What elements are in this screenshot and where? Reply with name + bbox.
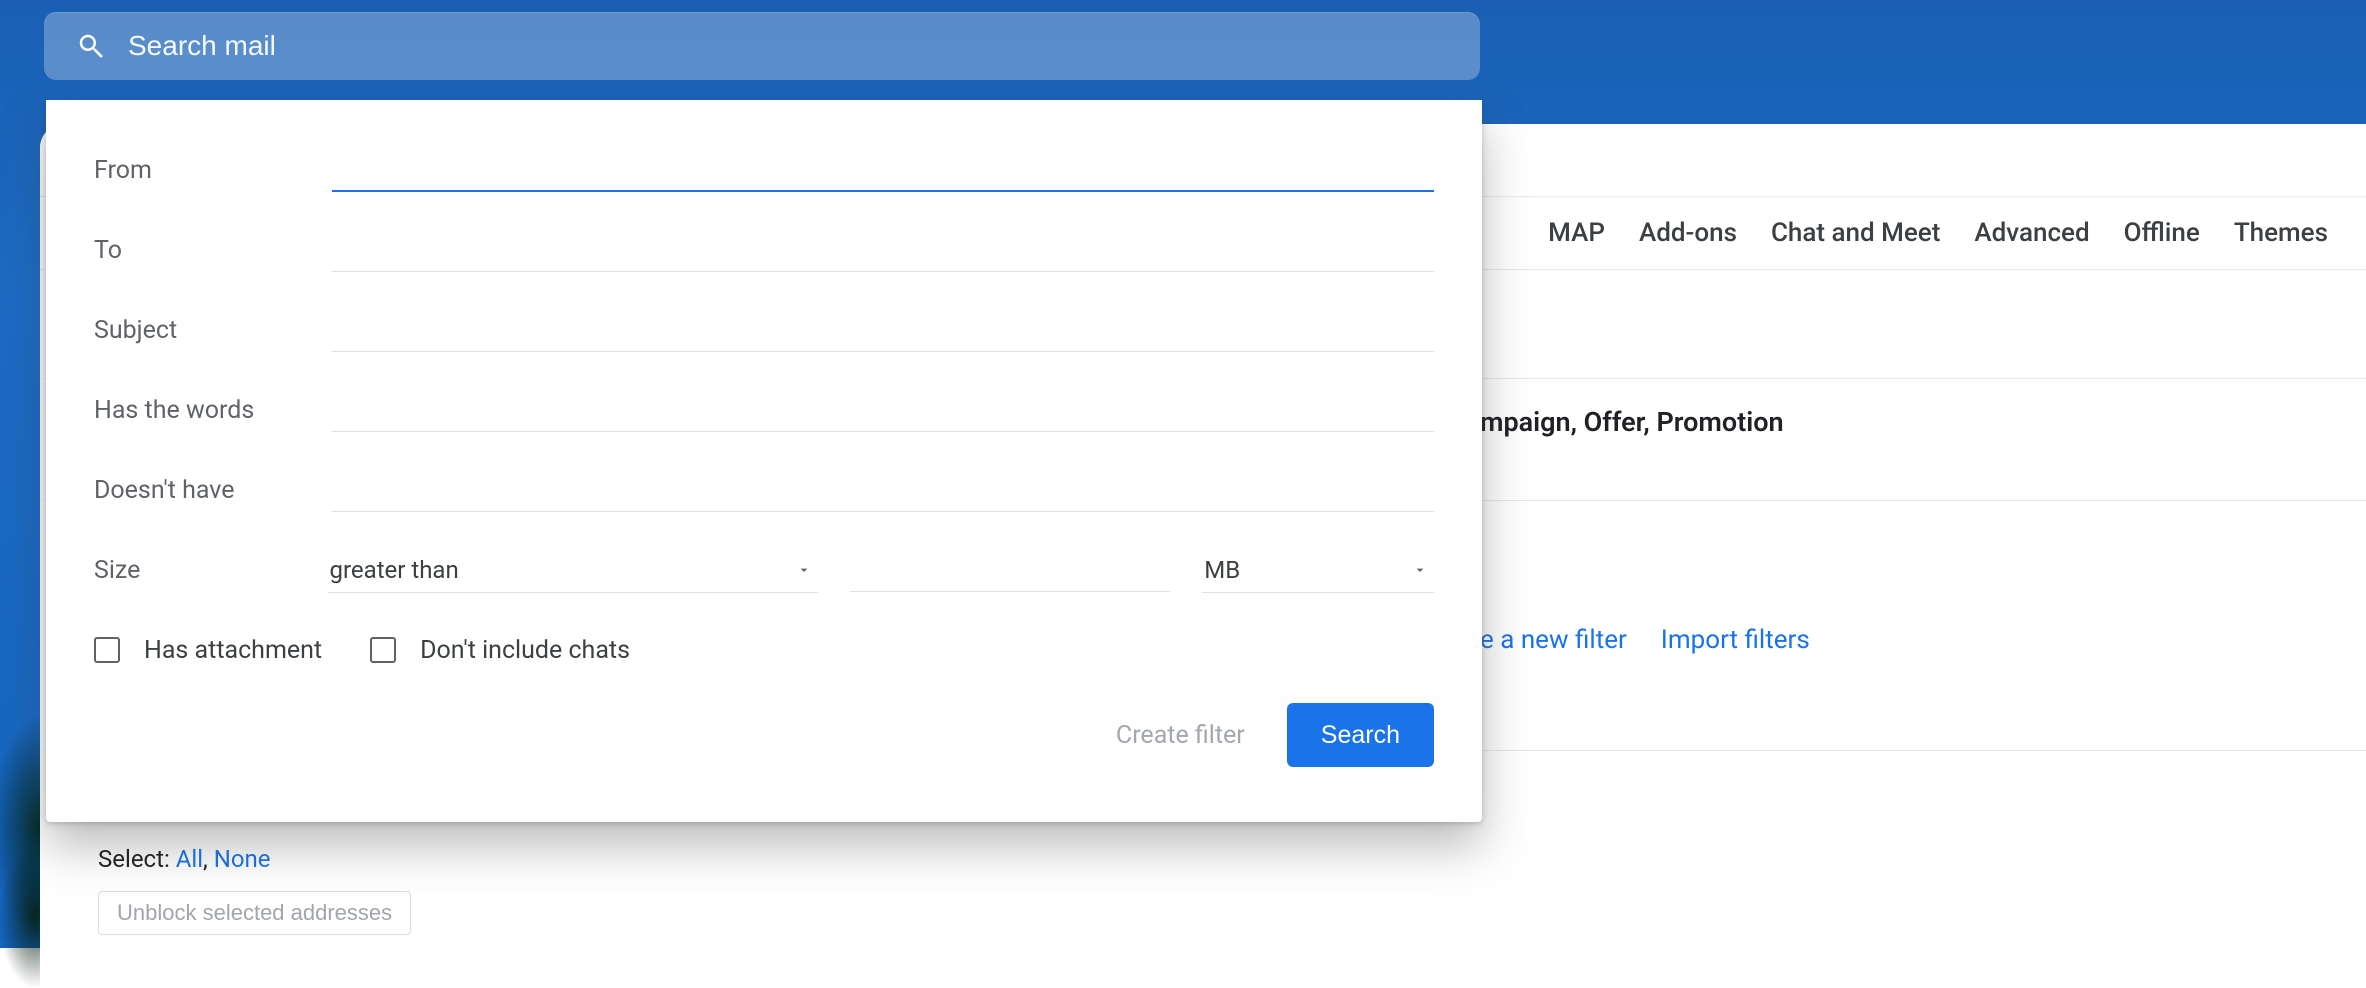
- doesnt-have-label: Doesn't have: [94, 476, 332, 505]
- has-attachment-checkbox[interactable]: Has attachment: [94, 636, 322, 665]
- select-separator: ,: [203, 845, 214, 873]
- filter-links-row: e a new filter Import filters: [1480, 616, 2366, 664]
- has-words-label: Has the words: [94, 396, 332, 425]
- subject-label: Subject: [94, 316, 332, 345]
- chevron-down-icon: [1412, 562, 1428, 578]
- filter-description-fragment: mpaign, Offer, Promotion: [1480, 390, 2366, 454]
- tab-map[interactable]: MAP: [1548, 218, 1605, 248]
- subject-input[interactable]: [332, 308, 1434, 352]
- from-label: From: [94, 156, 332, 185]
- chevron-down-icon: [796, 562, 812, 578]
- tab-themes[interactable]: Themes: [2234, 218, 2328, 248]
- select-all-link[interactable]: All: [176, 845, 203, 873]
- select-label: Select:: [98, 845, 170, 873]
- checkbox-icon: [370, 637, 396, 663]
- doesnt-have-input[interactable]: [332, 468, 1434, 512]
- size-label: Size: [94, 556, 328, 585]
- search-input[interactable]: [128, 12, 1470, 80]
- has-words-input[interactable]: [332, 388, 1434, 432]
- tab-offline[interactable]: Offline: [2124, 218, 2200, 248]
- has-attachment-label: Has attachment: [144, 636, 322, 665]
- size-operator-value: greater than: [330, 556, 459, 584]
- size-unit-select[interactable]: MB: [1202, 547, 1434, 593]
- tab-chat-and-meet[interactable]: Chat and Meet: [1771, 218, 1940, 248]
- create-new-filter-link[interactable]: e a new filter: [1480, 625, 1627, 655]
- select-none-link[interactable]: None: [214, 845, 271, 873]
- tab-advanced[interactable]: Advanced: [1974, 218, 2089, 248]
- to-input[interactable]: [332, 228, 1434, 272]
- tab-addons[interactable]: Add-ons: [1639, 218, 1737, 248]
- search-button[interactable]: Search: [1287, 703, 1434, 767]
- search-bar[interactable]: [44, 12, 1480, 80]
- unblock-selected-button: Unblock selected addresses: [98, 891, 411, 935]
- exclude-chats-label: Don't include chats: [420, 636, 630, 665]
- to-label: To: [94, 236, 332, 265]
- advanced-search-panel: From To Subject Has the words Doesn't ha…: [46, 100, 1482, 820]
- size-value-input[interactable]: [850, 548, 1170, 592]
- from-input[interactable]: [332, 148, 1434, 192]
- exclude-chats-checkbox[interactable]: Don't include chats: [370, 636, 630, 665]
- size-operator-select[interactable]: greater than: [328, 547, 819, 593]
- import-filters-link[interactable]: Import filters: [1661, 625, 1810, 655]
- create-filter-button: Create filter: [1116, 721, 1245, 750]
- blocked-addresses-section: Select: All, None Unblock selected addre…: [98, 845, 2346, 935]
- search-icon: [72, 27, 110, 65]
- checkbox-icon: [94, 637, 120, 663]
- size-unit-value: MB: [1204, 556, 1240, 584]
